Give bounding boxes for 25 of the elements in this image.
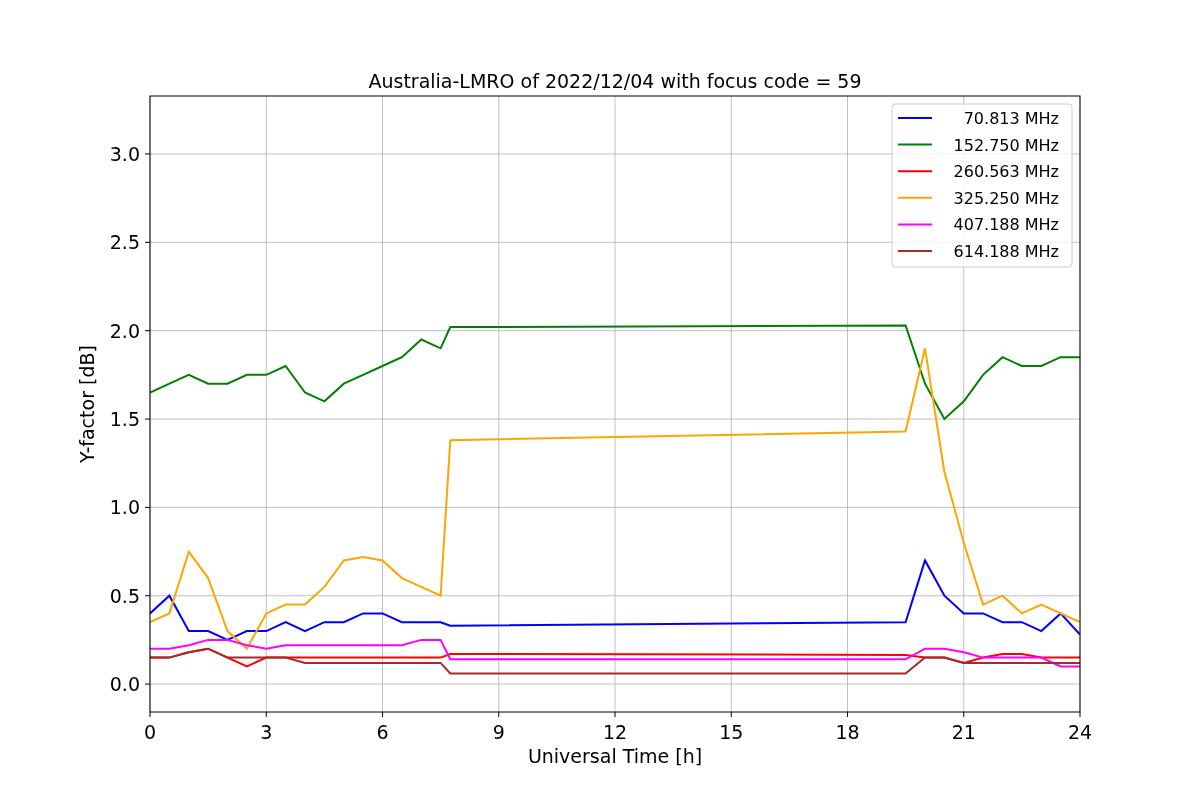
y-tick-label: 0.5 <box>109 584 140 607</box>
y-tick-label: 0.0 <box>109 673 140 696</box>
chart-title: Australia-LMRO of 2022/12/04 with focus code = 59 <box>368 70 862 92</box>
y-tick-label: 2.0 <box>109 319 140 342</box>
x-tick-label: 18 <box>835 721 860 743</box>
legend-label: 325.250 MHz <box>953 188 1059 208</box>
y-tick-label: 1.5 <box>109 408 140 430</box>
y-tick-label: 2.5 <box>109 231 140 254</box>
legend-label: 614.188 MHz <box>953 242 1059 261</box>
legend-label: 70.813 MHz <box>963 109 1059 128</box>
y-tick-label: 1.0 <box>109 496 140 519</box>
legend-label: 260.563 MHz <box>953 162 1059 182</box>
x-tick-label: 15 <box>719 721 744 743</box>
x-axis-label: Universal Time [h] <box>527 745 703 767</box>
x-tick-label: 3 <box>260 721 273 743</box>
x-tick-label: 6 <box>376 721 389 743</box>
x-tick-label: 9 <box>492 721 505 743</box>
legend-label: 152.750 MHz <box>953 135 1059 155</box>
y-tick-label: 3.0 <box>109 142 140 165</box>
y-axis-label: Y-factor [dB] <box>76 345 98 463</box>
x-tick-label: 21 <box>951 721 976 743</box>
x-tick-label: 24 <box>1067 721 1093 743</box>
x-tick-label: 12 <box>602 721 628 743</box>
legend-label: 407.188 MHz <box>953 215 1059 235</box>
x-tick-label: 0 <box>143 721 157 743</box>
